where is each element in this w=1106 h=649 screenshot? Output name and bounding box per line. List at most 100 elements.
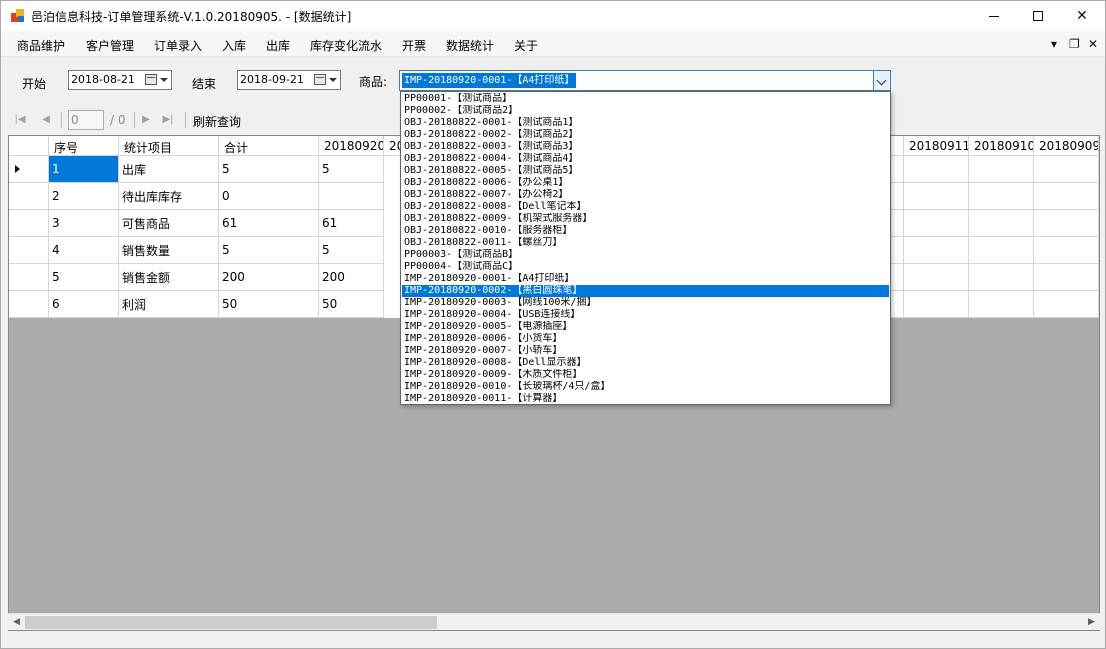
column-header-date[interactable]: 20180909 <box>1034 136 1099 156</box>
product-dropdown-list[interactable]: PP00001-【测试商品】 PP00002-【测试商品2】 OBJ-20180… <box>400 91 891 405</box>
dropdown-option[interactable]: PP00003-【测试商品B】 <box>402 249 889 261</box>
cell-date-value[interactable] <box>319 183 384 210</box>
dropdown-option[interactable]: OBJ-20180822-0006-【办公桌1】 <box>402 177 889 189</box>
end-date-picker[interactable]: 2018-09-21 <box>237 70 341 90</box>
cell-date-value[interactable] <box>969 183 1034 210</box>
dropdown-option[interactable]: IMP-20180920-0001-【A4打印纸】 <box>402 273 889 285</box>
cell-item[interactable]: 可售商品 <box>119 210 219 237</box>
row-header[interactable] <box>9 156 49 183</box>
cell-date-value[interactable]: 50 <box>319 291 384 318</box>
dropdown-option[interactable]: IMP-20180920-0011-【计算器】 <box>402 393 889 404</box>
current-page-input[interactable]: 0 <box>68 110 104 130</box>
cell-no[interactable]: 4 <box>49 237 119 264</box>
cell-item[interactable]: 待出库库存 <box>119 183 219 210</box>
dropdown-option[interactable]: IMP-20180920-0009-【木质文件柜】 <box>402 369 889 381</box>
cell-date-value[interactable] <box>904 183 969 210</box>
dropdown-option[interactable]: IMP-20180920-0010-【长玻璃杯/4只/盒】 <box>402 381 889 393</box>
next-page-icon[interactable]: ▶ <box>140 114 152 126</box>
refresh-query-button[interactable]: 刷新查询 <box>193 113 241 130</box>
dropdown-option[interactable]: OBJ-20180822-0009-【机架式服务器】 <box>402 213 889 225</box>
cell-date-value[interactable] <box>969 156 1034 183</box>
menu-inventory-flow[interactable]: 库存变化流水 <box>310 37 382 54</box>
dropdown-option[interactable]: IMP-20180920-0008-【Dell显示器】 <box>402 357 889 369</box>
dropdown-option[interactable]: OBJ-20180822-0004-【测试商品4】 <box>402 153 889 165</box>
dropdown-option[interactable]: IMP-20180920-0007-【小轿车】 <box>402 345 889 357</box>
title-bar[interactable]: 邑泊信息科技-订单管理系统-V.1.0.20180905. - [数据统计] ✕ <box>1 1 1105 31</box>
dropdown-option[interactable]: OBJ-20180822-0003-【测试商品3】 <box>402 141 889 153</box>
scroll-left-icon[interactable]: ◀ <box>8 614 25 631</box>
cell-date-value[interactable] <box>1034 237 1099 264</box>
mdi-restore-icon[interactable]: ❐ <box>1069 37 1080 51</box>
column-header-date[interactable]: 20180911 <box>904 136 969 156</box>
dropdown-option[interactable]: IMP-20180920-0006-【小货车】 <box>402 333 889 345</box>
cell-date-value[interactable]: 5 <box>319 237 384 264</box>
dropdown-option[interactable]: OBJ-20180822-0011-【螺丝刀】 <box>402 237 889 249</box>
cell-item[interactable]: 利润 <box>119 291 219 318</box>
dropdown-option[interactable]: IMP-20180920-0004-【USB连接线】 <box>402 309 889 321</box>
cell-no[interactable]: 6 <box>49 291 119 318</box>
row-header[interactable] <box>9 210 49 237</box>
column-header-date[interactable] <box>889 136 904 156</box>
row-header[interactable] <box>9 237 49 264</box>
menu-customer-management[interactable]: 客户管理 <box>86 37 134 54</box>
cell-date-value[interactable] <box>889 156 904 183</box>
dropdown-option[interactable]: OBJ-20180822-0005-【测试商品5】 <box>402 165 889 177</box>
column-header-no[interactable]: 序号 <box>49 136 119 156</box>
cell-total[interactable]: 5 <box>219 156 319 183</box>
cell-date-value[interactable]: 5 <box>319 156 384 183</box>
cell-date-value[interactable] <box>904 291 969 318</box>
menu-invoicing[interactable]: 开票 <box>402 37 426 54</box>
start-date-picker[interactable]: 2018-08-21 <box>68 70 172 90</box>
cell-item[interactable]: 出库 <box>119 156 219 183</box>
column-header-item[interactable]: 统计项目 <box>119 136 219 156</box>
dropdown-option[interactable]: OBJ-20180822-0002-【测试商品2】 <box>402 129 889 141</box>
cell-date-value[interactable] <box>889 237 904 264</box>
dropdown-option[interactable]: PP00004-【测试商品C】 <box>402 261 889 273</box>
mdi-minimize-icon[interactable]: ▾ <box>1051 37 1057 51</box>
cell-date-value[interactable] <box>969 237 1034 264</box>
cell-total[interactable]: 200 <box>219 264 319 291</box>
cell-date-value[interactable] <box>904 156 969 183</box>
cell-date-value[interactable] <box>969 264 1034 291</box>
cell-no[interactable]: 5 <box>49 264 119 291</box>
column-header-date[interactable]: 20180920 <box>319 136 384 156</box>
cell-item[interactable]: 销售金额 <box>119 264 219 291</box>
cell-no[interactable]: 3 <box>49 210 119 237</box>
column-header-date[interactable]: 20180910 <box>969 136 1034 156</box>
dropdown-option[interactable]: OBJ-20180822-0001-【测试商品1】 <box>402 117 889 129</box>
row-header[interactable] <box>9 183 49 210</box>
menu-stock-out[interactable]: 出库 <box>266 37 290 54</box>
cell-item[interactable]: 销售数量 <box>119 237 219 264</box>
cell-no[interactable]: 1 <box>49 156 119 183</box>
dropdown-option[interactable]: OBJ-20180822-0010-【服务器柜】 <box>402 225 889 237</box>
maximize-button[interactable] <box>1015 1 1061 31</box>
scrollbar-thumb[interactable] <box>25 616 437 629</box>
close-button[interactable]: ✕ <box>1059 1 1105 31</box>
menu-statistics[interactable]: 数据统计 <box>446 37 494 54</box>
cell-total[interactable]: 5 <box>219 237 319 264</box>
dropdown-option[interactable]: IMP-20180920-0003-【网线100米/捆】 <box>402 297 889 309</box>
minimize-button[interactable] <box>971 1 1017 31</box>
dropdown-option[interactable]: OBJ-20180822-0007-【办公椅2】 <box>402 189 889 201</box>
last-page-icon[interactable]: ▶| <box>162 114 174 126</box>
dropdown-option[interactable]: PP00001-【测试商品】 <box>402 93 889 105</box>
cell-date-value[interactable]: 200 <box>319 264 384 291</box>
cell-date-value[interactable] <box>1034 291 1099 318</box>
mdi-close-icon[interactable]: ✕ <box>1088 37 1098 51</box>
previous-page-icon[interactable]: ◀ <box>40 114 52 126</box>
menu-order-entry[interactable]: 订单录入 <box>154 37 202 54</box>
cell-date-value[interactable] <box>904 264 969 291</box>
row-header[interactable] <box>9 264 49 291</box>
cell-date-value[interactable] <box>889 183 904 210</box>
cell-date-value[interactable] <box>1034 210 1099 237</box>
row-header[interactable] <box>9 291 49 318</box>
cell-date-value[interactable] <box>969 291 1034 318</box>
dropdown-option[interactable]: OBJ-20180822-0008-【Dell笔记本】 <box>402 201 889 213</box>
cell-total[interactable]: 0 <box>219 183 319 210</box>
cell-total[interactable]: 61 <box>219 210 319 237</box>
product-combobox[interactable]: IMP-20180920-0001-【A4打印纸】 <box>399 70 891 91</box>
first-page-icon[interactable]: |◀ <box>14 114 26 126</box>
horizontal-scrollbar[interactable]: ◀ ▶ <box>8 613 1100 630</box>
menu-about[interactable]: 关于 <box>514 37 538 54</box>
cell-date-value[interactable] <box>969 210 1034 237</box>
